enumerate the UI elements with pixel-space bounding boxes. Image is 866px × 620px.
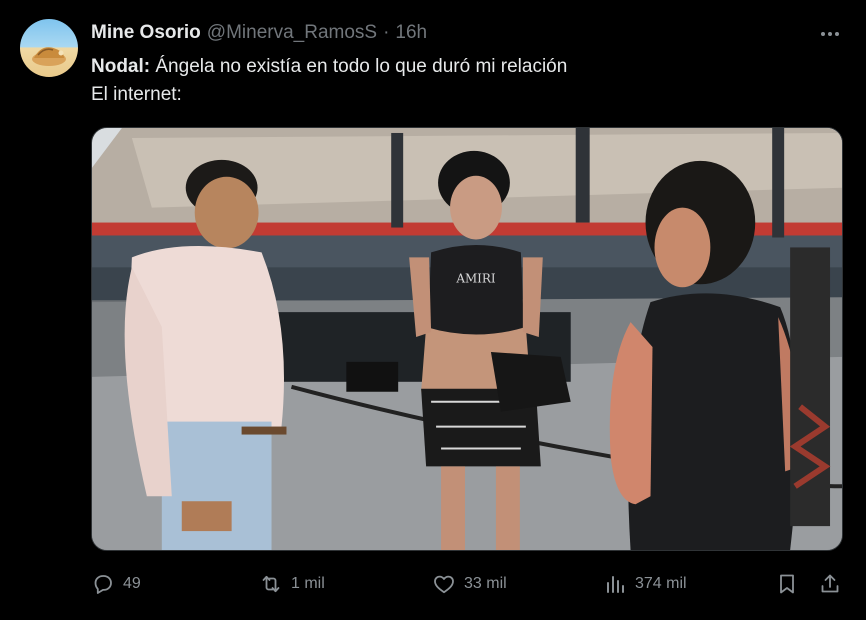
views-button[interactable]: 374 mil: [603, 568, 687, 600]
photo-illustration: AMIRI: [92, 128, 842, 550]
reply-icon: [94, 575, 112, 594]
display-name[interactable]: Mine Osorio: [91, 22, 201, 44]
tweet: Mine Osorio @Minerva_RamosS · 16h Nodal:…: [0, 0, 866, 620]
tweet-text: Nodal: Ángela no existía en todo lo que …: [91, 53, 567, 109]
more-dots-icon[interactable]: [816, 24, 844, 44]
timestamp[interactable]: 16h: [395, 22, 427, 44]
user-handle[interactable]: @Minerva_RamosS: [207, 22, 377, 44]
heart-icon: [434, 575, 454, 594]
views-count: 374 mil: [635, 575, 687, 592]
separator-dot: ·: [383, 22, 390, 43]
retweet-count: 1 mil: [291, 575, 325, 592]
retweet-icon: [262, 575, 280, 593]
tweet-text-line-2: El internet:: [91, 84, 182, 105]
reply-button[interactable]: 49: [91, 568, 141, 600]
tweet-actions: 49 1 mil 33 mil 374 mil: [91, 568, 843, 600]
retweet-button[interactable]: 1 mil: [259, 568, 325, 600]
avatar-image: [32, 47, 66, 66]
tweet-text-bold: Nodal:: [91, 56, 151, 77]
shirt-logo-text: AMIRI: [455, 271, 496, 285]
views-bars-icon: [607, 576, 624, 593]
like-count: 33 mil: [464, 575, 507, 592]
like-button[interactable]: 33 mil: [432, 568, 507, 600]
tweet-text-line-1: Nodal: Ángela no existía en todo lo que …: [91, 53, 567, 81]
reply-count: 49: [123, 575, 141, 592]
share-icon: [821, 574, 839, 593]
tweet-media-photo[interactable]: AMIRI: [91, 127, 843, 551]
tweet-text-rest: Ángela no existía en todo lo que duró mi…: [150, 56, 568, 77]
tweet-header: Mine Osorio @Minerva_RamosS · 16h: [91, 20, 427, 46]
bookmark-icon: [780, 574, 794, 594]
avatar[interactable]: [20, 19, 78, 77]
share-button[interactable]: [818, 568, 842, 600]
bookmark-button[interactable]: [775, 568, 799, 600]
